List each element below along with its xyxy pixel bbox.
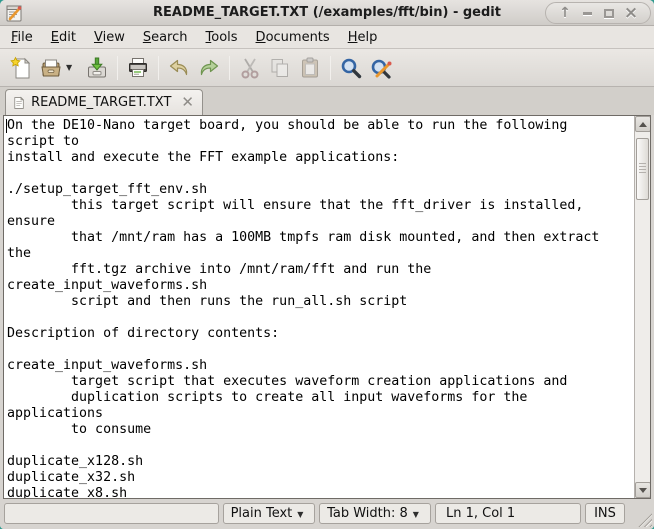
- tab-close-icon[interactable]: ✕: [181, 95, 194, 110]
- save-icon: [88, 57, 107, 77]
- minimize-window-button[interactable]: [576, 3, 598, 23]
- document-icon: [14, 96, 25, 109]
- shade-window-button[interactable]: ↑: [554, 3, 576, 23]
- undo-icon: [170, 59, 188, 75]
- arrow-up-icon: [639, 121, 647, 127]
- toolbar-separator: [158, 55, 160, 80]
- language-label: Plain Text: [230, 506, 293, 521]
- tab-label: README_TARGET.TXT: [31, 95, 172, 110]
- open-document-button[interactable]: [36, 53, 66, 83]
- dropdown-arrow-icon: ▼: [297, 510, 304, 519]
- save-document-button[interactable]: [82, 53, 112, 83]
- paste-clipboard-icon: [302, 57, 319, 77]
- cut-button: [235, 53, 265, 83]
- paste-button: [295, 53, 325, 83]
- search-icon: [341, 58, 362, 78]
- undo-button[interactable]: [164, 53, 194, 83]
- text-editor-area[interactable]: On the DE10-Nano target board, you shoul…: [3, 115, 651, 499]
- toolbar-separator: [117, 55, 119, 80]
- menu-view[interactable]: View: [85, 26, 134, 49]
- toolbar: ▼: [0, 49, 654, 87]
- titlebar[interactable]: README_TARGET.TXT (/examples/fft/bin) - …: [0, 0, 654, 26]
- cursor-position-indicator: Ln 1, Col 1: [435, 503, 581, 524]
- toolbar-separator: [229, 55, 231, 80]
- status-message-area: [4, 503, 219, 524]
- tab-width-label: Tab Width: 8: [327, 506, 408, 521]
- close-window-button[interactable]: ×: [620, 3, 642, 23]
- replace-button[interactable]: [366, 53, 396, 83]
- gedit-window: README_TARGET.TXT (/examples/fft/bin) - …: [0, 0, 654, 529]
- insert-mode-indicator[interactable]: INS: [585, 503, 625, 524]
- tabbar: README_TARGET.TXT ✕: [0, 87, 654, 115]
- thumb-grip-icon: [639, 163, 646, 175]
- menu-documents[interactable]: Documents: [247, 26, 339, 49]
- find-button[interactable]: [336, 53, 366, 83]
- toolbar-separator: [330, 55, 332, 80]
- redo-icon: [200, 59, 219, 75]
- tab-width-selector[interactable]: Tab Width: 8 ▼: [319, 503, 431, 524]
- minimize-icon: [582, 11, 592, 15]
- document-text[interactable]: On the DE10-Nano target board, you shoul…: [7, 118, 632, 498]
- menu-search[interactable]: Search: [134, 26, 197, 49]
- open-folder-icon: [41, 59, 61, 76]
- menu-help[interactable]: Help: [339, 26, 387, 49]
- dropdown-arrow-icon: ▼: [412, 510, 419, 519]
- scroll-up-button[interactable]: [635, 116, 650, 132]
- window-resize-grip[interactable]: [638, 513, 652, 527]
- language-selector[interactable]: Plain Text ▼: [223, 503, 315, 524]
- menu-tools[interactable]: Tools: [197, 26, 247, 49]
- scroll-down-button[interactable]: [635, 482, 650, 498]
- maximize-icon: [604, 8, 614, 18]
- print-document-button[interactable]: [123, 53, 153, 83]
- open-dropdown-arrow-icon[interactable]: ▼: [66, 63, 72, 72]
- menu-edit[interactable]: Edit: [42, 26, 85, 49]
- vertical-scrollbar[interactable]: [634, 116, 650, 498]
- statusbar: Plain Text ▼ Tab Width: 8 ▼ Ln 1, Col 1 IN…: [0, 499, 654, 529]
- scrollbar-thumb[interactable]: [636, 138, 649, 200]
- find-replace-icon: [371, 59, 392, 79]
- window-controls: ↑ ×: [545, 2, 651, 24]
- copy-button: [265, 53, 295, 83]
- tab-readme-target[interactable]: README_TARGET.TXT ✕: [5, 89, 203, 115]
- menubar: File Edit View Search Tools Documents He…: [0, 26, 654, 49]
- new-document-button[interactable]: [6, 53, 36, 83]
- text-cursor: [6, 119, 7, 133]
- copy-icon: [271, 58, 289, 77]
- arrow-down-icon: [639, 487, 647, 493]
- new-document-icon: [10, 56, 31, 78]
- cut-scissors-icon: [241, 58, 259, 78]
- print-icon: [129, 57, 148, 77]
- maximize-window-button[interactable]: [598, 3, 620, 23]
- redo-button[interactable]: [194, 53, 224, 83]
- menu-file[interactable]: File: [2, 26, 42, 49]
